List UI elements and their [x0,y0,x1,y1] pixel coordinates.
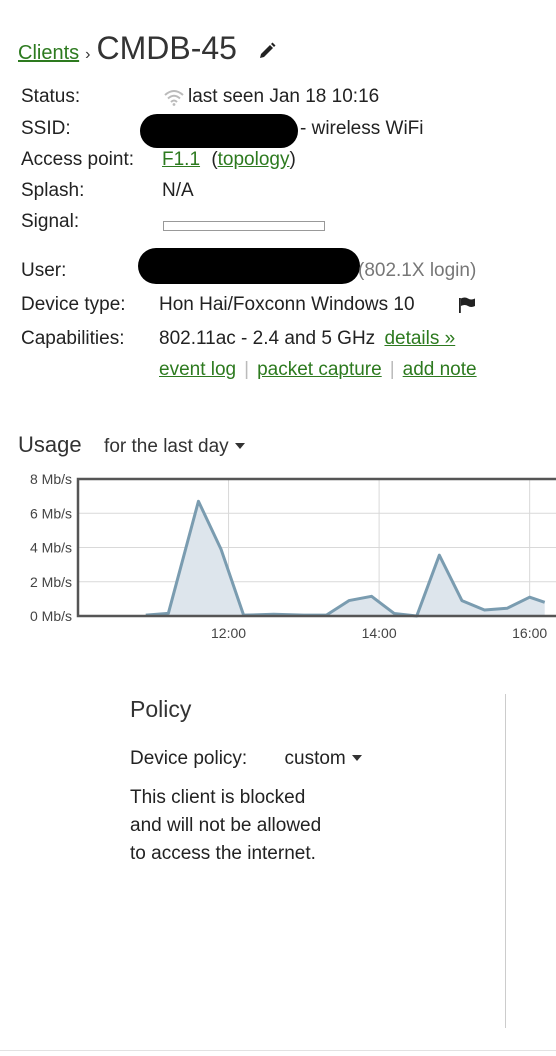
usage-title: Usage [18,432,82,457]
panel-divider [505,694,506,1028]
chevron-down-icon [351,755,362,761]
signal-label: Signal: [21,211,80,232]
x-tick-label: 14:00 [362,625,397,641]
chevron-down-icon [234,443,245,449]
policy-message-line: to access the internet. [130,843,316,864]
device-type-label: Device type: [21,294,126,315]
policy-message: This client is blocked and will not be a… [130,784,370,868]
topology-link[interactable]: topology [218,149,290,170]
capabilities-value: 802.11ac - 2.4 and 5 GHz [159,328,376,349]
device-policy-row: Device policy: custom [130,748,362,770]
usage-chart: 0 Mb/s 2 Mb/s 4 Mb/s 6 Mb/s 8 Mb/s 12:00 14:00… [30,471,556,641]
page-header: Clients › CMDB-45 [18,30,277,67]
splash-value: N/A [162,180,194,201]
bottom-divider [0,1050,556,1051]
status-value: last seen Jan 18 10:16 [188,86,380,107]
access-point-label: Access point: [21,149,134,170]
pencil-icon[interactable] [257,41,277,61]
ssid-label: SSID: [21,118,71,139]
device-type-value: Hon Hai/Foxconn Windows 10 [159,294,415,315]
packet-capture-link[interactable]: packet capture [257,359,382,380]
policy-panel: Policy Device policy: custom This client… [130,696,500,864]
access-point-link[interactable]: F1.1 [162,149,200,170]
status-label: Status: [21,86,81,107]
splash-label: Splash: [21,180,85,201]
user-label: User: [21,260,67,281]
policy-message-line: This client is blocked [130,787,306,808]
breadcrumb-clients-link[interactable]: Clients [18,42,79,65]
x-tick-label: 16:00 [512,625,547,641]
y-tick-label: 8 Mb/s [30,471,72,487]
ssid-redaction [140,114,298,148]
page-title: CMDB-45 [96,30,237,66]
capabilities-label: Capabilities: [21,328,125,349]
add-note-link[interactable]: add note [403,359,477,380]
user-suffix: (802.1X login) [358,260,477,281]
policy-title: Policy [130,696,192,722]
policy-message-line: and will not be allowed [130,815,322,836]
flag-icon[interactable] [457,296,477,314]
ssid-suffix: - wireless WiFi [300,118,424,139]
capabilities-details-link[interactable]: details » [384,328,455,349]
y-tick-label: 0 Mb/s [30,608,72,624]
wifi-icon [164,90,184,106]
event-log-link[interactable]: event log [159,359,236,380]
y-tick-label: 6 Mb/s [30,505,72,521]
y-tick-label: 2 Mb/s [30,574,72,590]
breadcrumb-separator: › [85,46,91,63]
y-tick-label: 4 Mb/s [30,540,72,556]
x-tick-label: 12:00 [211,625,246,641]
usage-header: Usage for the last day [18,432,245,458]
signal-strength-bar [163,221,325,231]
user-redaction [138,248,360,284]
device-policy-dropdown[interactable]: custom [285,748,362,769]
usage-range-dropdown[interactable]: for the last day [104,436,245,457]
device-policy-label: Device policy: [130,748,248,769]
